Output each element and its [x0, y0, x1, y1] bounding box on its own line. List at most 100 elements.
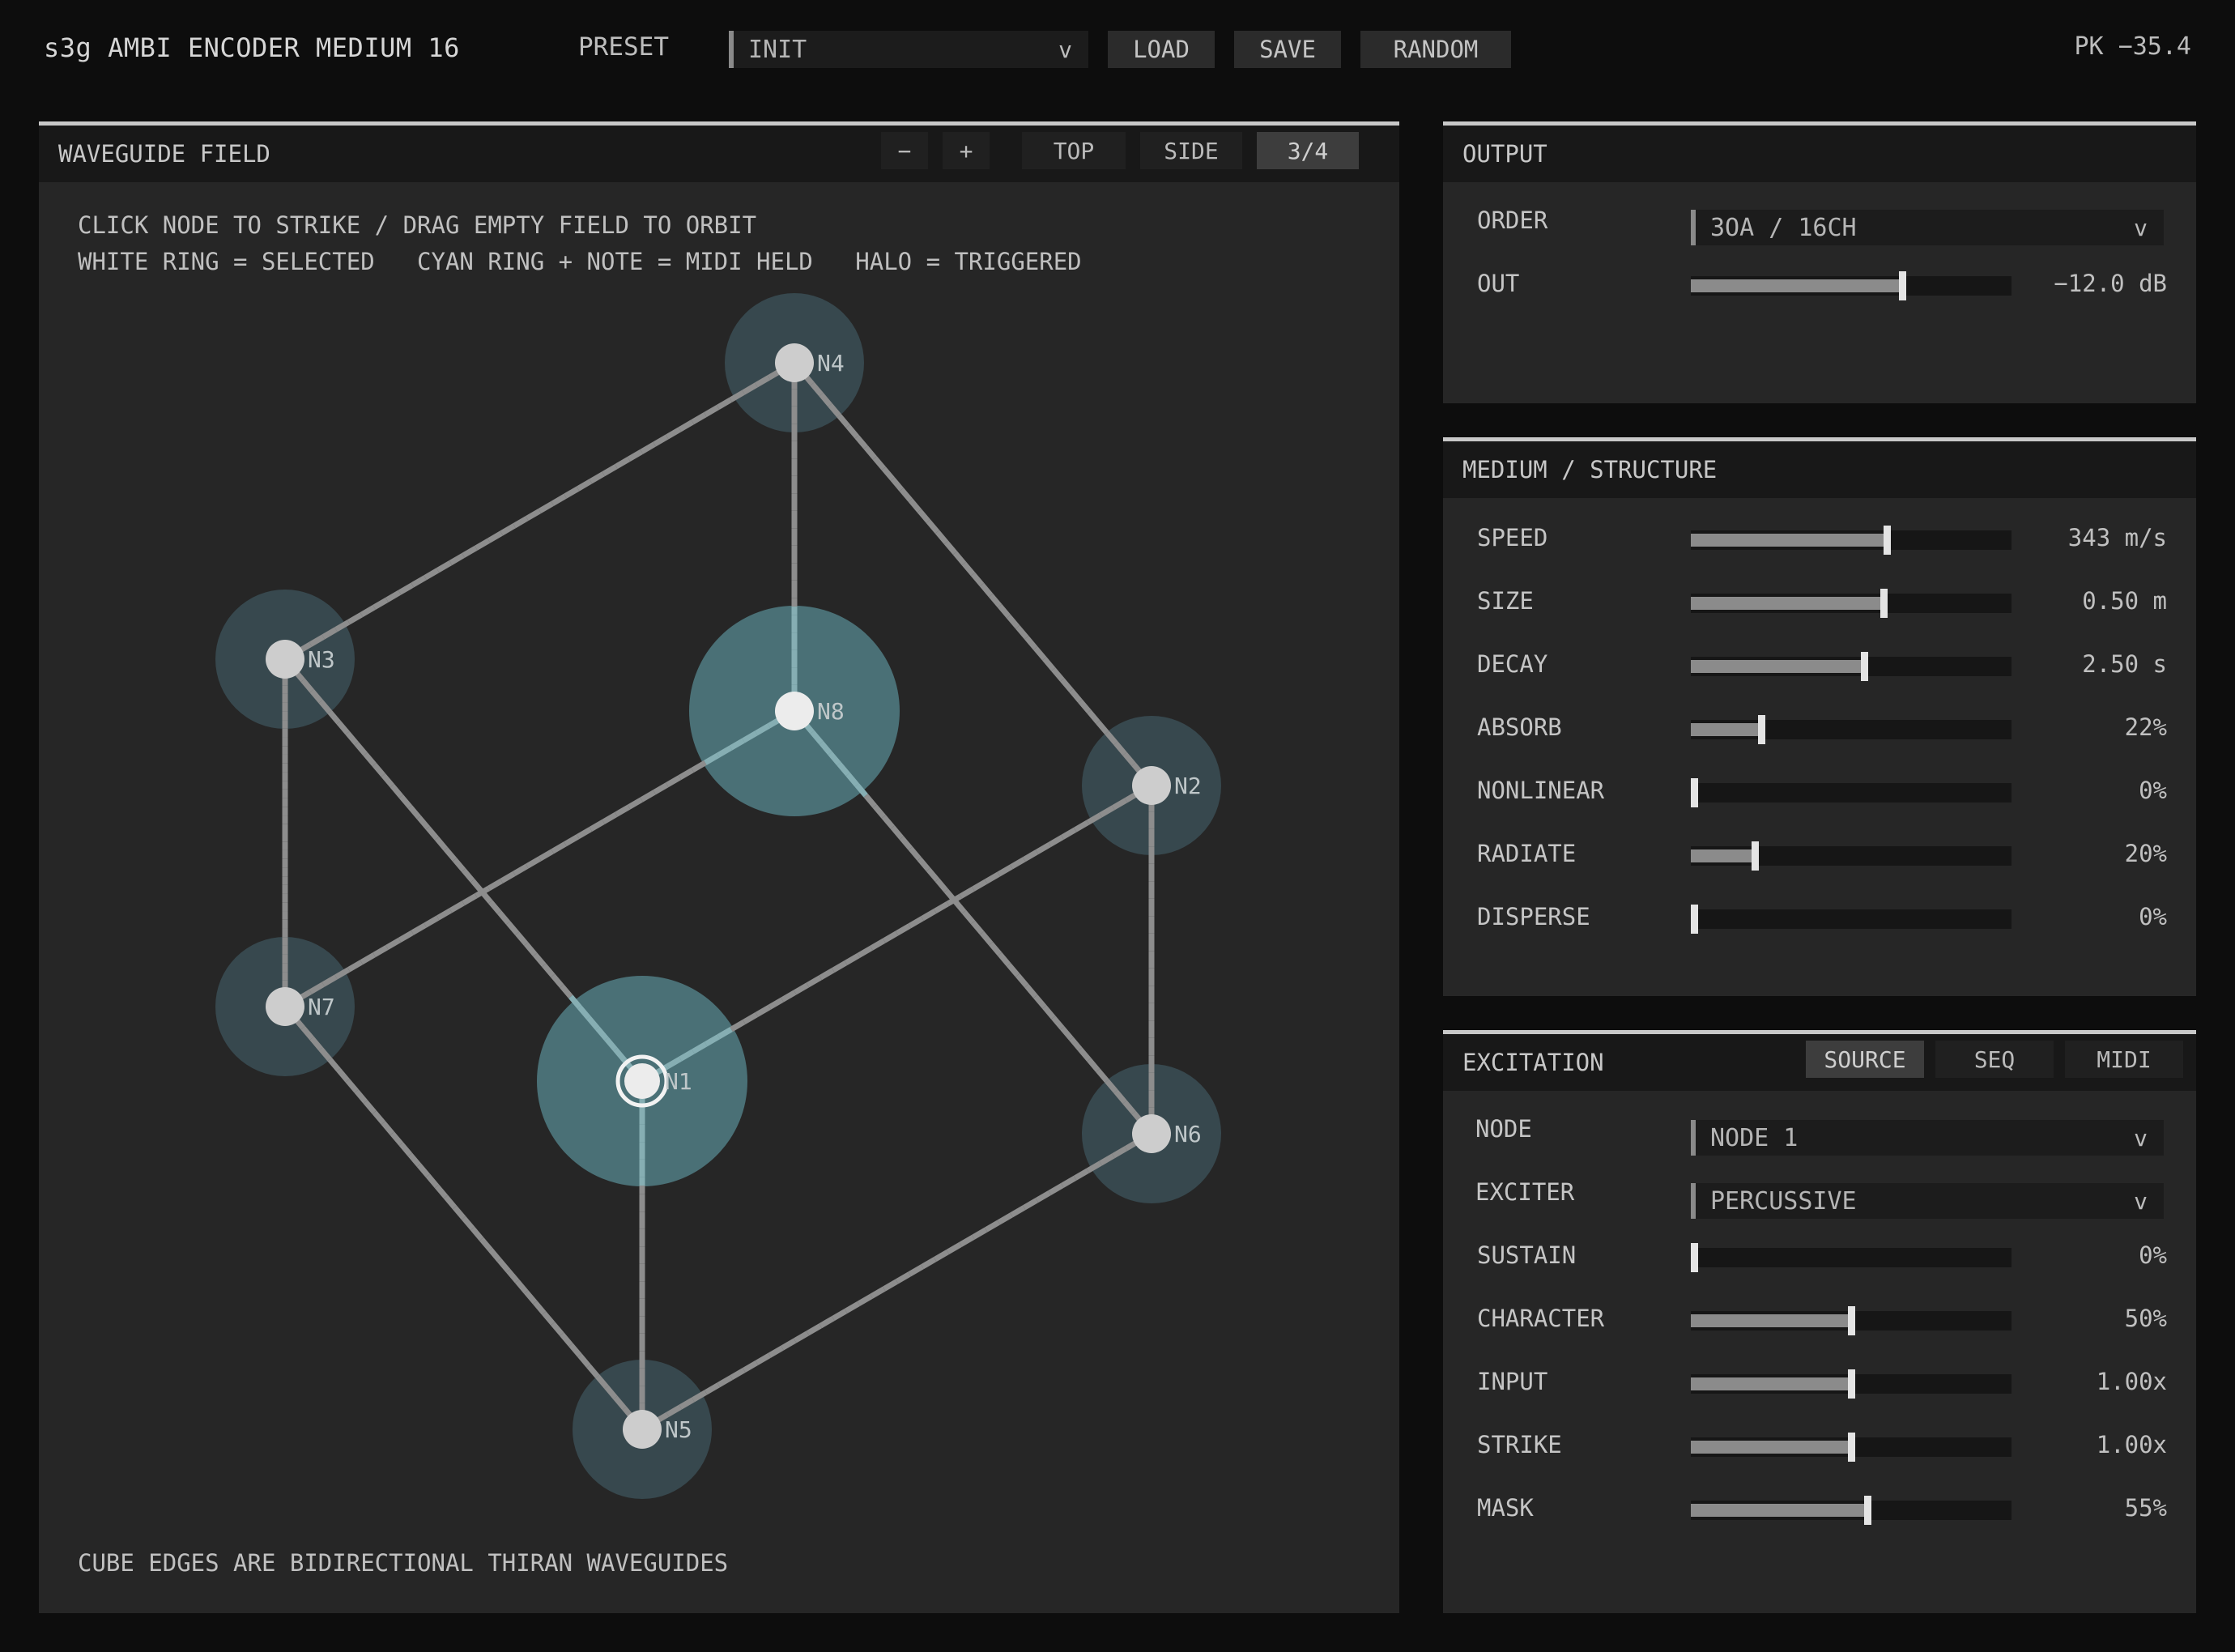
decay-slider-fill — [1691, 660, 1864, 673]
mask-slider[interactable] — [1691, 1496, 2012, 1525]
output-panel: OUTPUT ORDER 3OA / 16CH v OUT −12.0 dB — [1443, 121, 2196, 403]
input-slider[interactable] — [1691, 1369, 2012, 1399]
size-label: SIZE — [1477, 587, 1534, 615]
strike-slider[interactable] — [1691, 1433, 2012, 1462]
decay-value: 2.50 s — [2082, 650, 2167, 678]
absorb-slider[interactable] — [1691, 715, 2012, 744]
strike-label: STRIKE — [1477, 1431, 1562, 1458]
nonlinear-value: 0% — [2139, 777, 2167, 804]
character-value: 50% — [2124, 1305, 2167, 1332]
character-label: CHARACTER — [1477, 1305, 1605, 1332]
node-dot[interactable] — [775, 692, 814, 730]
sustain-slider[interactable] — [1691, 1243, 2012, 1272]
decay-slider-handle[interactable] — [1861, 652, 1868, 681]
medium-structure-panel: MEDIUM / STRUCTURE SPEED 343 m/s SIZE 0.50 … — [1443, 437, 2196, 996]
out-value: −12.0 dB — [2054, 270, 2167, 297]
node-label: N5 — [665, 1416, 692, 1443]
sustain-value: 0% — [2139, 1241, 2167, 1269]
chevron-down-icon: v — [2134, 214, 2148, 241]
output-header: OUTPUT — [1443, 126, 2196, 182]
exciter-value: PERCUSSIVE — [1710, 1186, 1857, 1216]
node-dot[interactable] — [1132, 766, 1171, 805]
node-dot[interactable] — [1132, 1114, 1171, 1153]
nonlinear-slider-handle[interactable] — [1691, 778, 1698, 807]
node-dot[interactable] — [266, 987, 304, 1026]
order-dropdown[interactable]: 3OA / 16CH v — [1691, 210, 2164, 245]
mask-label: MASK — [1477, 1494, 1534, 1522]
speed-slider-fill — [1691, 534, 1887, 547]
nonlinear-slider[interactable] — [1691, 778, 2012, 807]
node-label: N7 — [308, 994, 335, 1020]
radiate-slider[interactable] — [1691, 841, 2012, 871]
speed-slider-handle[interactable] — [1884, 526, 1891, 555]
node-label: NODE — [1475, 1115, 1532, 1143]
speed-value: 343 m/s — [2067, 524, 2167, 551]
mask-slider-fill — [1691, 1504, 1867, 1517]
chevron-down-icon: v — [2134, 1124, 2148, 1152]
node-dot[interactable] — [266, 640, 304, 679]
mask-value: 55% — [2124, 1494, 2167, 1522]
disperse-value: 0% — [2139, 903, 2167, 930]
decay-label: DECAY — [1477, 650, 1548, 678]
decay-slider[interactable] — [1691, 652, 2012, 681]
order-label: ORDER — [1477, 206, 1548, 234]
strike-slider-fill — [1691, 1441, 1851, 1454]
size-slider-handle[interactable] — [1880, 589, 1888, 618]
excitation-header: EXCITATION SOURCE SEQ MIDI — [1443, 1034, 2196, 1091]
input-slider-handle[interactable] — [1848, 1369, 1855, 1399]
input-label: INPUT — [1477, 1368, 1548, 1395]
input-slider-fill — [1691, 1377, 1851, 1390]
exciter-dropdown[interactable]: PERCUSSIVE v — [1691, 1183, 2164, 1219]
radiate-value: 20% — [2124, 840, 2167, 867]
radiate-label: RADIATE — [1477, 840, 1577, 867]
tab-source[interactable]: SOURCE — [1806, 1041, 1924, 1078]
waveguide-edge-n6-n5 — [641, 1130, 1153, 1433]
absorb-slider-handle[interactable] — [1758, 715, 1765, 744]
out-slider-handle[interactable] — [1899, 271, 1906, 300]
node-dropdown[interactable]: NODE 1 v — [1691, 1120, 2164, 1156]
strike-slider-handle[interactable] — [1848, 1433, 1855, 1462]
size-slider[interactable] — [1691, 589, 2012, 618]
disperse-label: DISPERSE — [1477, 903, 1590, 930]
exciter-label: EXCITER — [1475, 1178, 1575, 1206]
sustain-slider-handle[interactable] — [1691, 1243, 1698, 1272]
excitation-panel: EXCITATION SOURCE SEQ MIDI NODE NODE 1 v… — [1443, 1030, 2196, 1613]
node-label: N8 — [817, 698, 845, 725]
tab-seq[interactable]: SEQ — [1935, 1041, 2054, 1078]
panel-title: OUTPUT — [1462, 140, 1547, 168]
medium-structure-header: MEDIUM / STRUCTURE — [1443, 441, 2196, 498]
character-slider-fill — [1691, 1314, 1851, 1327]
speed-slider[interactable] — [1691, 526, 2012, 555]
disperse-slider[interactable] — [1691, 905, 2012, 934]
order-value: 3OA / 16CH — [1710, 213, 1857, 242]
panel-title: EXCITATION — [1462, 1049, 1604, 1076]
node-label: N4 — [817, 350, 845, 377]
out-slider[interactable] — [1691, 271, 2012, 300]
waveguide-edge-n3-n4 — [283, 360, 796, 662]
absorb-slider-fill — [1691, 723, 1761, 736]
panel-title: MEDIUM / STRUCTURE — [1462, 456, 1718, 483]
node-label: N6 — [1174, 1121, 1202, 1147]
size-value: 0.50 m — [2082, 587, 2167, 615]
character-slider-handle[interactable] — [1848, 1306, 1855, 1335]
sustain-label: SUSTAIN — [1477, 1241, 1577, 1269]
strike-value: 1.00x — [2096, 1431, 2167, 1458]
out-label: OUT — [1477, 270, 1520, 297]
node-label: N2 — [1174, 773, 1202, 799]
absorb-value: 22% — [2124, 713, 2167, 741]
radiate-slider-handle[interactable] — [1752, 841, 1759, 871]
absorb-label: ABSORB — [1477, 713, 1562, 741]
chevron-down-icon: v — [2134, 1187, 2148, 1215]
character-slider[interactable] — [1691, 1306, 2012, 1335]
node-label: N3 — [308, 646, 335, 673]
speed-label: SPEED — [1477, 524, 1548, 551]
mask-slider-handle[interactable] — [1864, 1496, 1871, 1525]
out-slider-fill — [1691, 279, 1902, 292]
node-dot[interactable] — [624, 1063, 660, 1099]
node-dot[interactable] — [775, 343, 814, 382]
disperse-slider-handle[interactable] — [1691, 905, 1698, 934]
tab-midi[interactable]: MIDI — [2065, 1041, 2183, 1078]
node-dot[interactable] — [623, 1410, 662, 1449]
input-value: 1.00x — [2096, 1368, 2167, 1395]
node-value: NODE 1 — [1710, 1123, 1799, 1152]
